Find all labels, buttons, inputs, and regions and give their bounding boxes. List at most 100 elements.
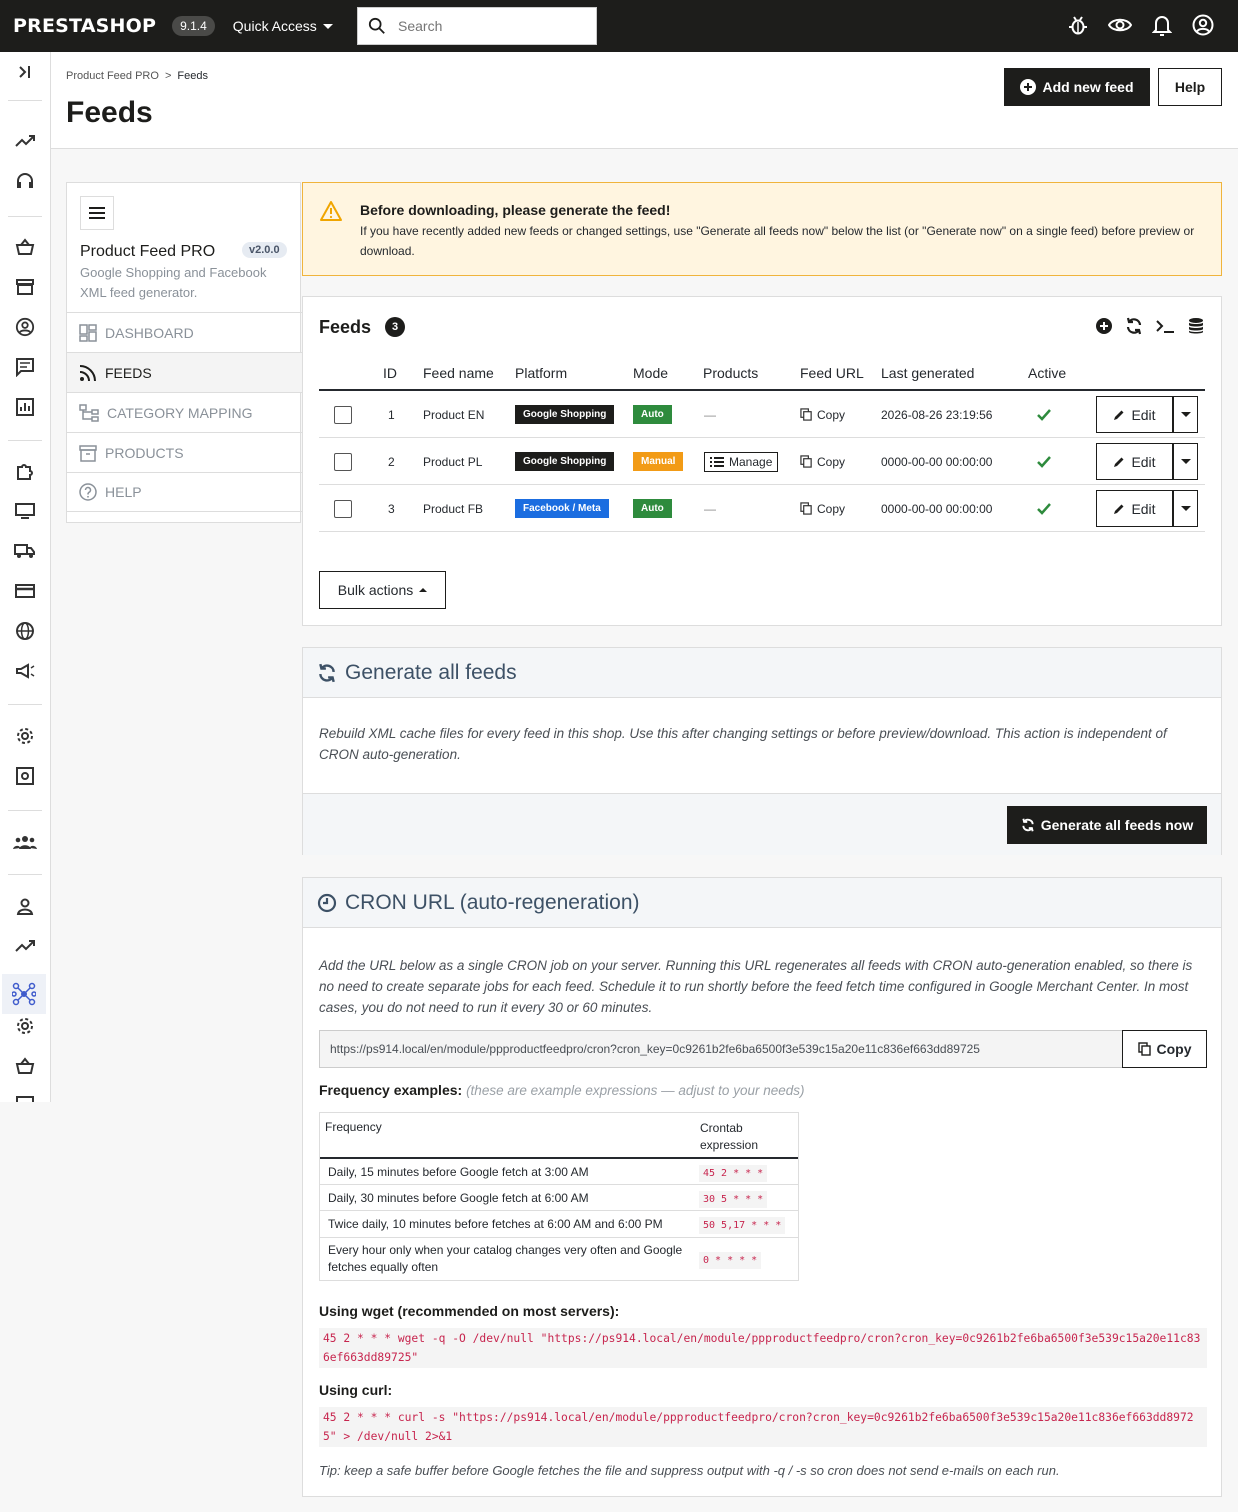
search-input[interactable] xyxy=(398,18,578,34)
warning-triangle-icon xyxy=(320,201,342,221)
row-actions-dropdown[interactable] xyxy=(1173,396,1198,433)
version-badge: 9.1.4 xyxy=(172,16,215,36)
megaphone-icon[interactable] xyxy=(13,659,37,683)
module-menu: Product Feed PRO v2.0.0 Google Shopping … xyxy=(66,182,302,523)
copy-feed-url-link[interactable]: Copy xyxy=(800,502,845,516)
help-button[interactable]: Help xyxy=(1158,68,1222,106)
calendar-icon[interactable] xyxy=(13,1092,37,1102)
active-check-icon[interactable] xyxy=(1037,391,1051,438)
add-circle-icon[interactable] xyxy=(1095,317,1113,335)
trending-icon[interactable] xyxy=(13,129,37,153)
crontab-expression: 50 5,17 * * * xyxy=(699,1217,786,1234)
prestashop-logo[interactable]: PRESTASHOP xyxy=(13,15,156,37)
header-icons xyxy=(1068,14,1214,36)
feeds-card: Feeds 3 ID Feed name Platform Mode Produ… xyxy=(302,296,1222,626)
account-icon[interactable] xyxy=(1192,14,1214,36)
truck-icon[interactable] xyxy=(13,539,37,563)
advanced-settings-icon[interactable] xyxy=(13,764,37,788)
menu-item-feeds[interactable]: FEEDS xyxy=(67,352,302,392)
basket-alt-icon[interactable] xyxy=(13,1054,37,1078)
menu-item-dashboard[interactable]: DASHBOARD xyxy=(67,312,302,352)
col-last-generated[interactable]: Last generated xyxy=(881,365,974,381)
generate-all-feeds-button[interactable]: Generate all feeds now xyxy=(1007,806,1207,844)
search-box[interactable] xyxy=(357,7,597,45)
row-checkbox[interactable] xyxy=(334,499,352,518)
stats-icon[interactable] xyxy=(13,395,37,419)
copy-label: Copy xyxy=(817,407,846,422)
search-icon[interactable] xyxy=(368,17,386,35)
database-icon[interactable] xyxy=(1187,317,1205,335)
col-platform[interactable]: Platform xyxy=(515,365,567,381)
quick-access-dropdown[interactable]: Quick Access xyxy=(233,18,333,34)
bell-icon[interactable] xyxy=(1152,14,1172,36)
col-active[interactable]: Active xyxy=(1028,365,1066,381)
menu-item-help[interactable]: HELP xyxy=(67,472,302,512)
products-empty: — xyxy=(704,501,716,516)
menu-item-products[interactable]: PRODUCTS xyxy=(67,432,302,472)
cron-url-field[interactable]: https://ps914.local/en/module/ppproductf… xyxy=(319,1030,1123,1068)
pencil-icon xyxy=(1114,457,1124,467)
menu-item-label: HELP xyxy=(105,484,142,500)
puzzle-icon[interactable] xyxy=(13,459,37,483)
pencil-icon xyxy=(1114,504,1124,514)
wget-command[interactable]: 45 2 * * * wget -q -O /dev/null "https:/… xyxy=(319,1328,1207,1368)
row-actions-dropdown[interactable] xyxy=(1173,490,1198,527)
basket-icon[interactable] xyxy=(13,235,37,259)
col-feed-name[interactable]: Feed name xyxy=(423,365,494,381)
col-mode[interactable]: Mode xyxy=(633,365,668,381)
hamburger-icon[interactable] xyxy=(80,196,114,230)
copy-label: Copy xyxy=(817,454,846,469)
store-icon[interactable] xyxy=(13,275,37,299)
feed-name: Product EN xyxy=(423,407,485,422)
add-new-feed-button[interactable]: Add new feed xyxy=(1004,68,1150,106)
plus-circle-icon xyxy=(1020,79,1037,95)
edit-button[interactable]: Edit xyxy=(1096,443,1173,480)
breadcrumb-current: Feeds xyxy=(177,70,208,82)
curl-command[interactable]: 45 2 * * * curl -s "https://ps914.local/… xyxy=(319,1407,1207,1447)
edit-button[interactable]: Edit xyxy=(1096,490,1173,527)
row-actions-dropdown[interactable] xyxy=(1173,443,1198,480)
feeds-toolbar xyxy=(1095,317,1205,335)
expression-col-header: Crontab expression xyxy=(700,1121,759,1152)
last-generated: 2026-08-26 23:19:56 xyxy=(881,407,993,422)
row-checkbox[interactable] xyxy=(334,405,352,424)
trending-up-icon[interactable] xyxy=(13,934,37,958)
globe-icon[interactable] xyxy=(13,619,37,643)
breadcrumb-parent[interactable]: Product Feed PRO xyxy=(66,70,159,82)
cog-icon[interactable] xyxy=(13,1014,37,1038)
customer-icon[interactable] xyxy=(13,315,37,339)
bug-icon[interactable] xyxy=(1068,14,1088,36)
platform-badge: Facebook / Meta xyxy=(515,499,609,518)
copy-feed-url-link[interactable]: Copy xyxy=(800,408,845,422)
generate-card-header: Generate all feeds xyxy=(303,648,1221,698)
copy-cron-url-button[interactable]: Copy xyxy=(1122,1030,1207,1068)
collapse-sidebar-icon[interactable] xyxy=(13,60,37,84)
chevron-down-icon xyxy=(1180,506,1191,511)
team-icon[interactable] xyxy=(13,830,37,854)
menu-item-category-mapping[interactable]: CATEGORY MAPPING xyxy=(67,392,302,432)
messages-icon[interactable] xyxy=(13,355,37,379)
help-icon xyxy=(79,483,97,501)
col-feed-url: Feed URL xyxy=(800,365,864,381)
settings-gear-icon[interactable] xyxy=(13,724,37,748)
active-check-icon[interactable] xyxy=(1037,485,1051,532)
generate-card: Generate all feeds Rebuild XML cache fil… xyxy=(302,647,1222,855)
card-icon[interactable] xyxy=(13,579,37,603)
active-check-icon[interactable] xyxy=(1037,438,1051,485)
feed-id: 1 xyxy=(388,407,395,422)
col-products: Products xyxy=(703,365,759,381)
eye-icon[interactable] xyxy=(1108,14,1132,36)
refresh-icon[interactable] xyxy=(1125,317,1143,335)
edit-button[interactable]: Edit xyxy=(1096,396,1173,433)
bulk-actions-button[interactable]: Bulk actions xyxy=(319,571,446,609)
terminal-icon[interactable] xyxy=(1155,317,1175,335)
row-checkbox[interactable] xyxy=(334,452,352,471)
col-id[interactable]: ID xyxy=(383,365,397,381)
manage-products-button[interactable]: Manage xyxy=(704,451,779,472)
monitor-icon[interactable] xyxy=(13,499,37,523)
network-icon[interactable] xyxy=(2,974,46,1014)
copy-feed-url-link[interactable]: Copy xyxy=(800,455,845,469)
user-icon[interactable] xyxy=(13,894,37,918)
page-header: Product Feed PRO > Feeds Feeds Add new fee… xyxy=(51,52,1238,149)
headset-icon[interactable] xyxy=(13,169,37,193)
